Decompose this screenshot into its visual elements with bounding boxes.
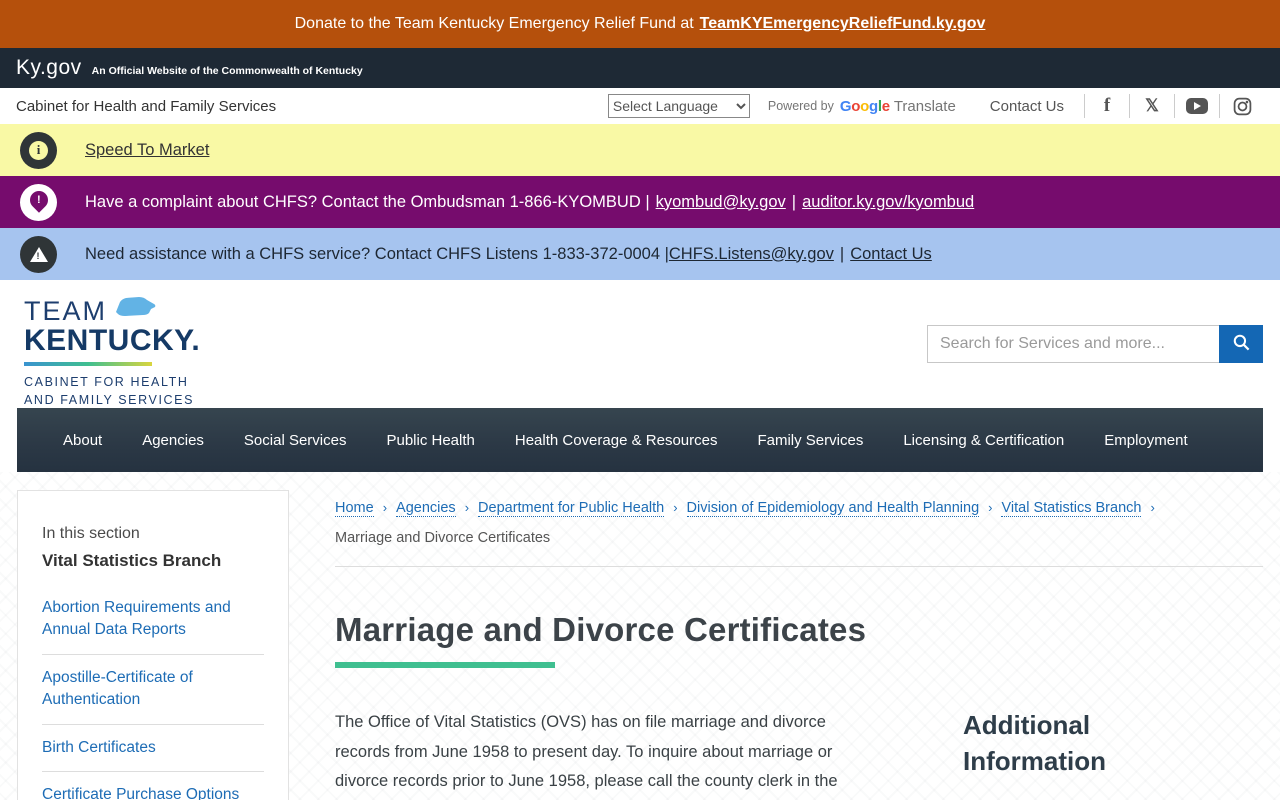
nav-item-employment[interactable]: Employment <box>1084 422 1207 459</box>
assistance-text: Need assistance with a CHFS service? Con… <box>85 244 669 263</box>
breadcrumb-separator: › <box>382 500 388 515</box>
additional-info-title: Additional Information <box>963 710 1106 776</box>
youtube-icon[interactable] <box>1175 98 1219 114</box>
speed-to-market-link[interactable]: Speed To Market <box>85 141 209 160</box>
section-sidebar: In this section Vital Statistics Branch … <box>17 490 289 800</box>
team-kentucky-logo[interactable]: TEAM KENTUCKY. CABINET FOR HEALTH AND FA… <box>24 296 200 409</box>
nav-item-licensing[interactable]: Licensing & Certification <box>883 422 1084 459</box>
breadcrumb-home[interactable]: Home <box>335 500 374 517</box>
breadcrumb-separator: › <box>464 500 470 515</box>
nav-item-social-services[interactable]: Social Services <box>224 422 367 459</box>
sidebar-item-apostille[interactable]: Apostille-Certificate of Authentication <box>42 655 264 725</box>
sidebar-title: Vital Statistics Branch <box>42 551 222 570</box>
title-accent-rule <box>335 662 555 669</box>
complaint-text: Have a complaint about CHFS? Contact the… <box>85 192 650 211</box>
donate-link[interactable]: TeamKYEmergencyReliefFund.ky.gov <box>700 15 986 33</box>
logo-gradient-rule <box>24 361 152 366</box>
breadcrumb-separator: › <box>1150 500 1155 515</box>
site-header: TEAM KENTUCKY. CABINET FOR HEALTH AND FA… <box>0 280 1280 408</box>
site-search <box>927 325 1263 363</box>
pipe-separator: | <box>791 192 797 211</box>
nav-item-family-services[interactable]: Family Services <box>737 422 883 459</box>
donate-banner: Donate to the Team Kentucky Emergency Re… <box>0 0 1280 48</box>
sidebar-item-certificate-purchase[interactable]: Certificate Purchase Options <box>42 772 264 800</box>
search-button[interactable] <box>1219 325 1263 363</box>
facebook-icon[interactable]: f <box>1085 95 1129 117</box>
main-column: Home › Agencies › Department for Public Heal… <box>289 490 1263 800</box>
alert-triangle-icon: ! <box>20 235 57 273</box>
breadcrumb-current: Marriage and Divorce Certificates <box>335 529 551 546</box>
nav-item-agencies[interactable]: Agencies <box>122 422 224 459</box>
google-logo: Google <box>839 97 890 115</box>
divider <box>335 566 1263 568</box>
breadcrumb-epidemiology[interactable]: Division of Epidemiology and Health Plan… <box>686 500 980 517</box>
logo-team-text: TEAM <box>24 296 108 326</box>
sidebar-kicker: In this section <box>42 525 140 542</box>
location-pin-icon: ! <box>20 183 57 221</box>
page-content: In this section Vital Statistics Branch … <box>0 472 1280 800</box>
complaint-strip: ! Have a complaint about CHFS? Contact t… <box>0 176 1280 228</box>
chfs-listens-email-link[interactable]: CHFS.Listens@ky.gov <box>669 245 834 264</box>
official-tagline: An Official Website of the Commonwealth … <box>91 65 363 77</box>
breadcrumb-public-health[interactable]: Department for Public Health <box>478 500 665 517</box>
info-icon: i <box>20 131 57 169</box>
utility-bar: Cabinet for Health and Family Services S… <box>0 88 1280 124</box>
ombudsman-email-link[interactable]: kyombud@ky.gov <box>656 193 786 212</box>
page-title: Marriage and Divorce Certificates <box>335 611 867 649</box>
sidebar-item-abortion-reports[interactable]: Abortion Requirements and Annual Data Re… <box>42 597 264 655</box>
auditor-link[interactable]: auditor.ky.gov/kyombud <box>802 193 974 212</box>
assistance-strip: ! Need assistance with a CHFS service? C… <box>0 228 1280 280</box>
breadcrumb-separator: › <box>988 500 993 515</box>
kygov-brand[interactable]: Ky.gov <box>16 56 82 80</box>
donate-text: Donate to the Team Kentucky Emergency Re… <box>294 15 694 32</box>
social-links: f 𝕏 <box>1084 94 1264 118</box>
language-select[interactable]: Select Language <box>607 94 750 118</box>
intro-paragraph: The Office of Vital Statistics (OVS) has… <box>335 713 838 791</box>
breadcrumb-separator: › <box>673 500 678 515</box>
instagram-icon[interactable] <box>1220 97 1264 116</box>
logo-cabinet-line2: AND FAMILY SERVICES <box>24 392 195 407</box>
contact-us-link[interactable]: Contact Us <box>990 98 1064 115</box>
translate-label: Translate <box>893 97 956 115</box>
info-strip: i Speed To Market <box>0 124 1280 176</box>
additional-info-panel: Additional Information Marriage and Divo… <box>963 708 1263 800</box>
nav-item-public-health[interactable]: Public Health <box>366 422 494 459</box>
search-input[interactable] <box>927 325 1219 363</box>
logo-kentucky-text: KENTUCKY. <box>24 324 201 357</box>
pipe-separator: | <box>839 244 845 263</box>
nav-item-about[interactable]: About <box>43 422 122 459</box>
breadcrumb: Home › Agencies › Department for Public Heal… <box>335 496 1263 550</box>
breadcrumb-agencies[interactable]: Agencies <box>396 500 456 517</box>
assistance-contact-us-link[interactable]: Contact Us <box>850 245 932 264</box>
search-icon <box>1232 333 1251 355</box>
logo-cabinet-line1: CABINET FOR HEALTH <box>24 374 189 389</box>
powered-by-label: Powered by <box>767 99 834 113</box>
x-twitter-icon[interactable]: 𝕏 <box>1130 96 1174 116</box>
breadcrumb-vital-statistics[interactable]: Vital Statistics Branch <box>1001 500 1142 517</box>
main-nav: About Agencies Social Services Public He… <box>17 408 1263 472</box>
cabinet-site-name: Cabinet for Health and Family Services <box>16 97 277 115</box>
nav-item-health-coverage[interactable]: Health Coverage & Resources <box>495 422 738 459</box>
sidebar-item-birth-certificates[interactable]: Birth Certificates <box>42 725 264 773</box>
kygov-bar: Ky.gov An Official Website of the Common… <box>0 48 1280 88</box>
kentucky-state-icon <box>113 296 157 323</box>
